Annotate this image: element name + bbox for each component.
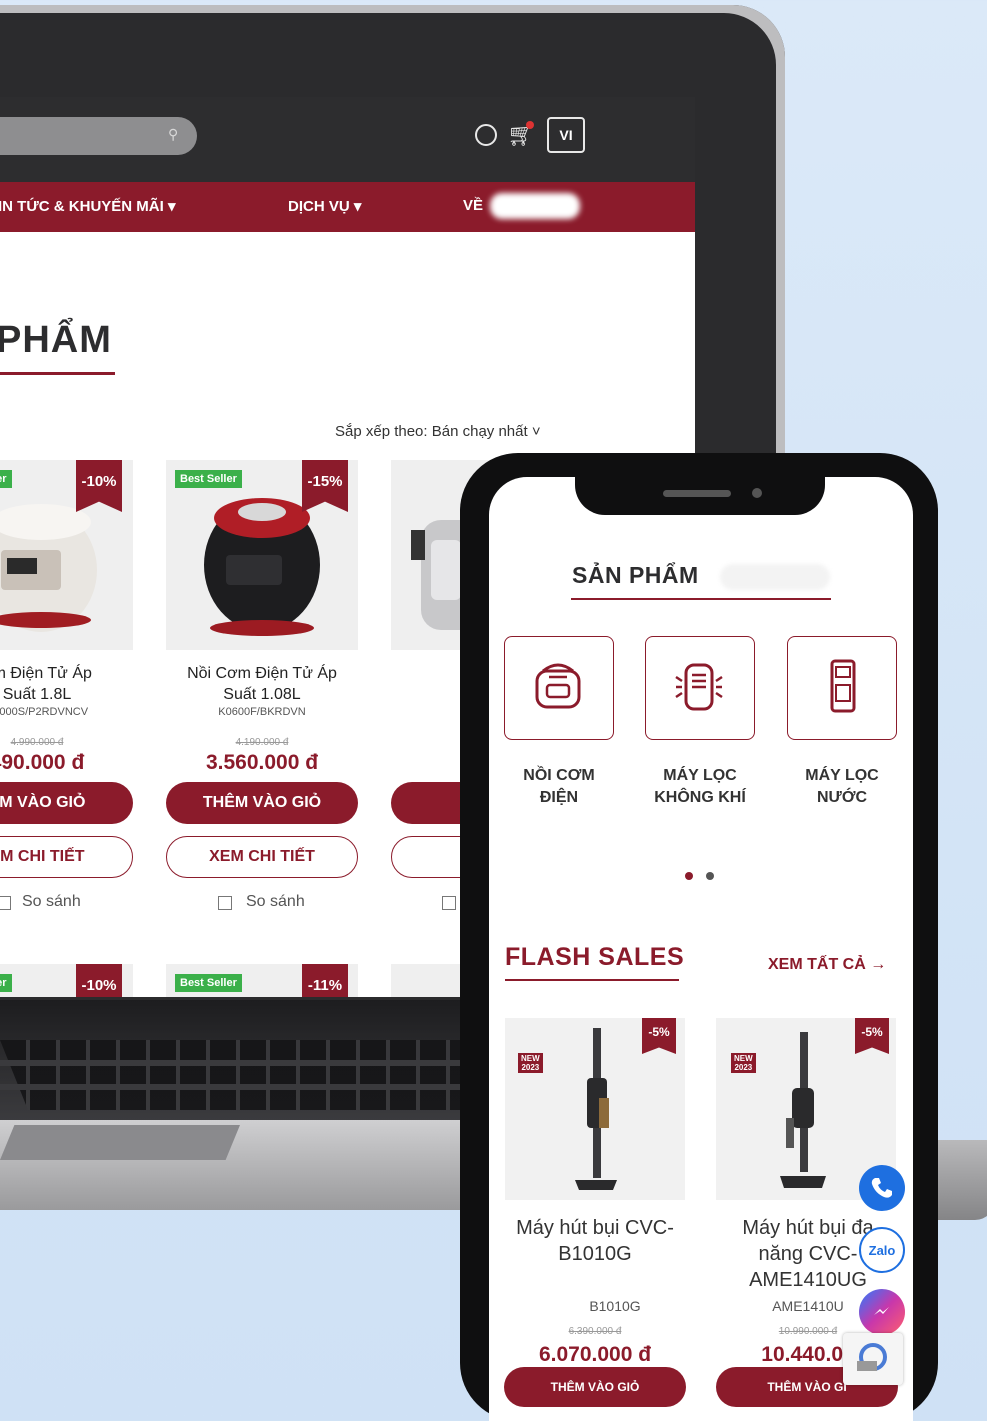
nav-blurred-region — [490, 193, 580, 219]
sort-value: Bán chạy nhất ˅ — [431, 423, 541, 440]
add-to-cart-button[interactable]: ÊM VÀO GIỎ — [0, 782, 133, 824]
category-label[interactable]: MÁY LỌC KHÔNG KHÍ — [635, 765, 765, 809]
old-price: 6.390.000 đ — [568, 1326, 622, 1337]
recaptcha-badge[interactable] — [843, 1333, 903, 1385]
new-2023-badge: NEW 2023 — [518, 1053, 543, 1073]
language-button[interactable]: VI — [547, 117, 585, 153]
cart-badge — [526, 121, 534, 129]
flash-sales-underline — [505, 979, 679, 981]
product-price: 3.560.000 đ — [205, 751, 319, 774]
search-icon[interactable]: ⚲ — [168, 126, 186, 144]
water-purifier-icon — [830, 659, 856, 713]
product-price: 490.000 đ — [0, 751, 85, 774]
nav-item-services[interactable]: DỊCH VỤ ▾ — [288, 197, 361, 215]
nav-item-about[interactable]: VỀ — [463, 197, 483, 214]
recaptcha-icon — [857, 1343, 887, 1371]
category-label[interactable]: NỒI CƠM ĐIỆN — [494, 765, 624, 809]
product-code: B1010G — [589, 1298, 641, 1314]
compare-checkbox[interactable] — [0, 896, 11, 910]
best-seller-badge: ller — [0, 974, 12, 992]
mobile-section-title: SẢN PHẨM — [572, 562, 699, 588]
user-icon[interactable] — [475, 124, 497, 146]
compare-checkbox[interactable] — [218, 896, 232, 910]
title-underline — [0, 372, 115, 375]
category-label[interactable]: MÁY LỌC NƯỚC — [777, 765, 907, 809]
product-name[interactable]: ơm Điện Tử Áp Suất 1.8L — [0, 663, 133, 705]
flash-sales-title: FLASH SALES — [505, 943, 685, 971]
category-water-purifier[interactable] — [787, 636, 897, 740]
phone-notch — [575, 455, 825, 515]
category-rice-cooker[interactable] — [504, 636, 614, 740]
best-seller-badge: ller — [0, 470, 12, 488]
nav-item-news[interactable]: IN TỨC & KHUYẾN MÃI ▾ — [0, 197, 175, 215]
messenger-button[interactable] — [859, 1289, 905, 1335]
air-purifier-icon — [675, 663, 723, 711]
new-2023-badge: NEW 2023 — [731, 1053, 756, 1073]
discount-badge: -10% — [76, 964, 122, 997]
rice-cooker-icon — [535, 663, 581, 709]
carousel-dot[interactable] — [706, 872, 714, 880]
view-detail-button[interactable]: EM CHI TIẾT — [0, 836, 133, 878]
add-to-cart-button[interactable]: THÊM VÀO GIỎ — [504, 1367, 686, 1407]
best-seller-badge: Best Seller — [175, 974, 242, 992]
sort-label: Sắp xếp theo: — [335, 423, 428, 440]
phone-camera — [752, 488, 762, 498]
compare-label: So sánh — [22, 893, 81, 910]
zalo-button[interactable]: Zalo — [859, 1227, 905, 1273]
category-air-purifier[interactable] — [645, 636, 755, 740]
phone-icon — [871, 1178, 892, 1198]
messenger-icon — [874, 1307, 889, 1315]
product-code: K0600F/BKRDVN — [218, 706, 306, 718]
title-underline — [571, 598, 831, 600]
sort-dropdown[interactable]: Sắp xếp theo: Bán chạy nhất ˅ — [335, 423, 541, 440]
see-all-link[interactable]: XEM TẤT CẢ → — [768, 956, 886, 974]
add-to-cart-button[interactable]: THÊM VÀO GIỎ — [166, 782, 358, 824]
phone-speaker — [663, 490, 731, 497]
flash-product-price: 6.070.000 đ — [538, 1343, 652, 1366]
page-title: PHẨM — [0, 319, 112, 361]
compare-checkbox[interactable] — [442, 896, 456, 910]
product-code: K1000S/P2RDVNCV — [0, 706, 89, 718]
product-name[interactable]: Nồi Cơm Điện Tử Áp Suất 1.08L — [166, 663, 358, 705]
trackpad — [0, 1125, 240, 1160]
discount-badge: -11% — [302, 964, 348, 997]
phone-call-button[interactable] — [859, 1165, 905, 1211]
view-detail-button[interactable]: XEM CHI TIẾT — [166, 836, 358, 878]
flash-product-name[interactable]: Máy hút bụi CVC- B1010G — [503, 1215, 687, 1267]
old-price: 4.990.000 đ — [10, 737, 64, 748]
compare-label: So sánh — [246, 893, 305, 910]
title-blurred-region — [720, 564, 830, 590]
old-price: 4.190.000 đ — [235, 737, 289, 748]
carousel-dot-active[interactable] — [685, 872, 693, 880]
best-seller-badge: Best Seller — [175, 470, 242, 488]
